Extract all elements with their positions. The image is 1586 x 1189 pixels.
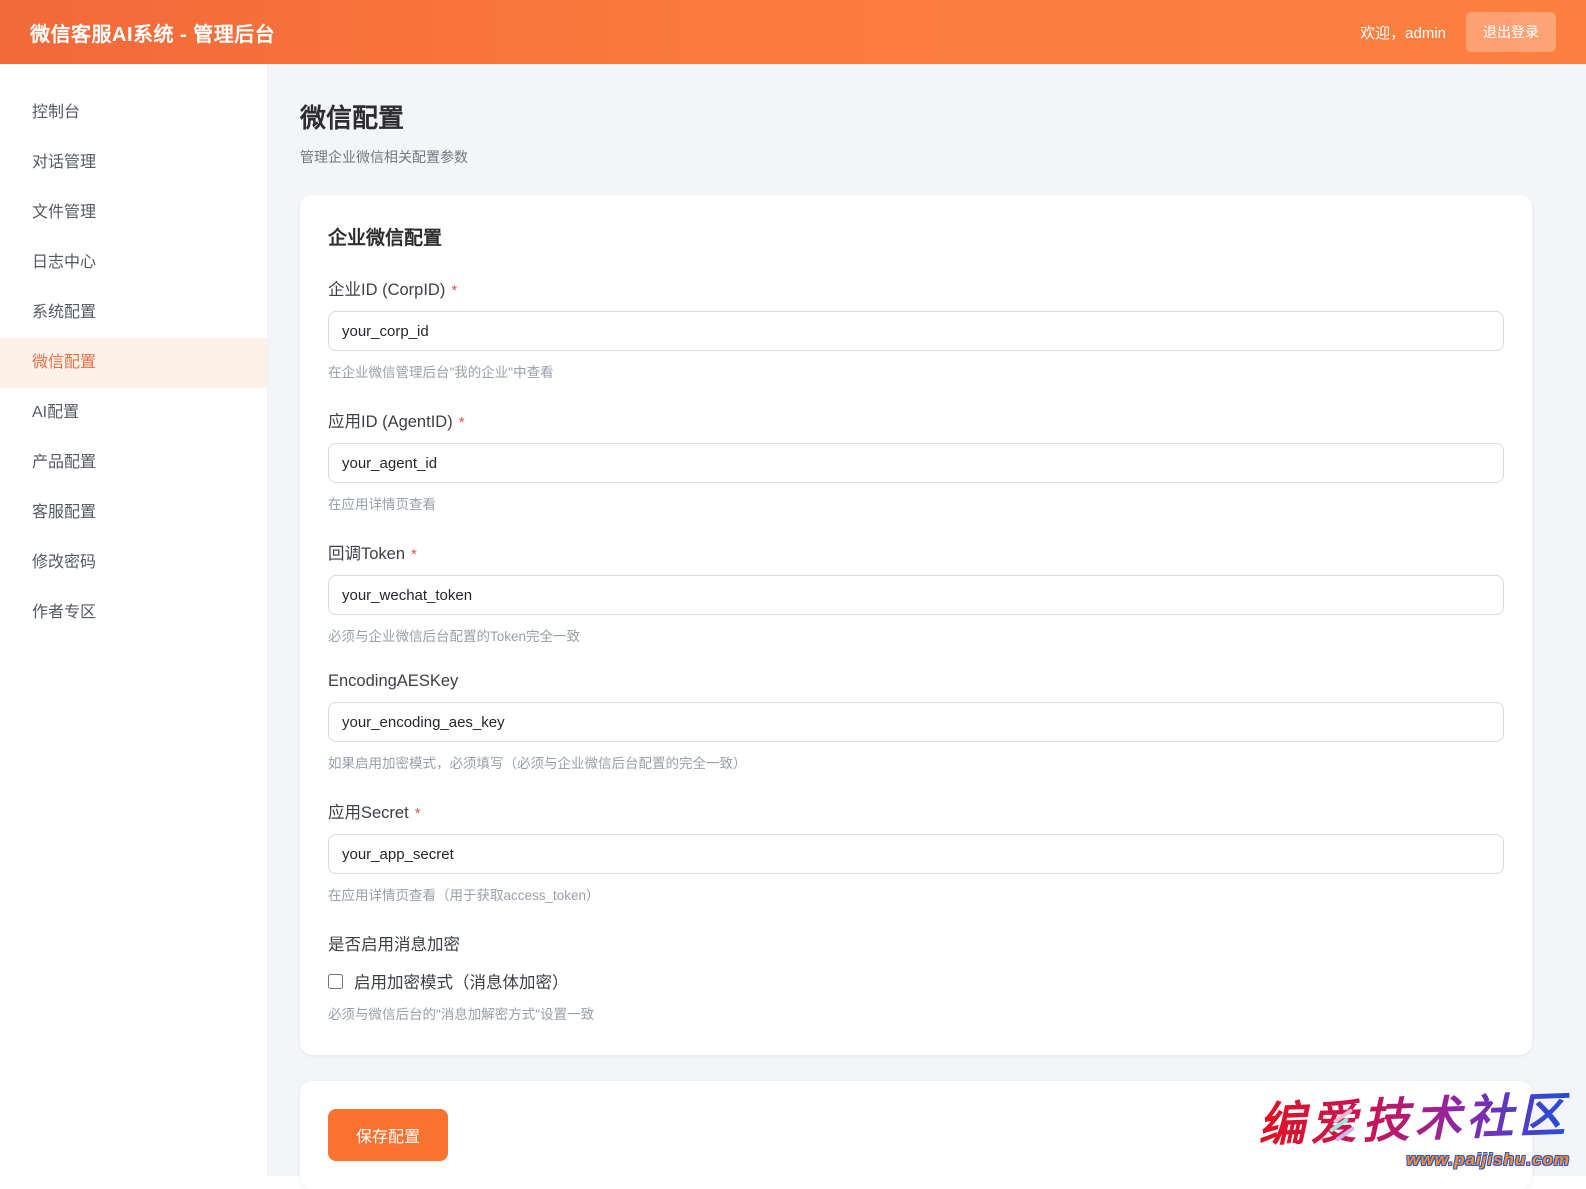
- app-secret-help: 在应用详情页查看（用于获取access_token）: [328, 884, 1504, 904]
- required-asterisk: *: [415, 805, 421, 822]
- encoding-aes-key-help: 如果启用加密模式，必须填写（必须与企业微信后台配置的完全一致）: [328, 752, 1504, 772]
- page-subtitle: 管理企业微信相关配置参数: [300, 147, 1532, 167]
- encryption-section: 是否启用消息加密 启用加密模式（消息体加密） 必须与微信后台的"消息加解密方式"…: [328, 931, 1504, 1023]
- sidebar-item-logs[interactable]: 日志中心: [0, 238, 267, 288]
- app-secret-field: 应用Secret * 在应用详情页查看（用于获取access_token）: [328, 799, 1504, 904]
- app-secret-input[interactable]: [328, 834, 1504, 874]
- sidebar-item-system-config[interactable]: 系统配置: [0, 288, 267, 338]
- encoding-aes-key-label: EncodingAESKey: [328, 672, 1504, 691]
- callback-token-input[interactable]: [328, 575, 1504, 615]
- agent-id-field: 应用ID (AgentID) * 在应用详情页查看: [328, 408, 1504, 513]
- main-layout: 控制台 对话管理 文件管理 日志中心 系统配置 微信配置 AI配置 产品配置 客…: [0, 64, 1586, 1176]
- required-asterisk: *: [411, 546, 417, 563]
- encryption-checkbox-label: 启用加密模式（消息体加密）: [354, 969, 569, 993]
- main-content: 微信配置 管理企业微信相关配置参数 企业微信配置 企业ID (CorpID) *…: [268, 64, 1586, 1176]
- required-asterisk: *: [459, 414, 465, 431]
- sidebar-item-service-config[interactable]: 客服配置: [0, 488, 267, 538]
- top-bar-right: 欢迎，admin 退出登录: [1360, 12, 1556, 52]
- field-label-text: 应用Secret: [328, 799, 409, 823]
- sidebar-item-product-config[interactable]: 产品配置: [0, 438, 267, 488]
- encoding-aes-key-field: EncodingAESKey 如果启用加密模式，必须填写（必须与企业微信后台配置…: [328, 672, 1504, 772]
- page-title: 微信配置: [300, 98, 1532, 135]
- save-config-button[interactable]: 保存配置: [328, 1109, 448, 1161]
- agent-id-help: 在应用详情页查看: [328, 493, 1504, 513]
- corp-id-label: 企业ID (CorpID) *: [328, 276, 1504, 300]
- sidebar-item-conversations[interactable]: 对话管理: [0, 138, 267, 188]
- corp-id-field: 企业ID (CorpID) * 在企业微信管理后台"我的企业"中查看: [328, 276, 1504, 381]
- wechat-config-card: 企业微信配置 企业ID (CorpID) * 在企业微信管理后台"我的企业"中查…: [300, 195, 1532, 1055]
- encryption-checkbox-row[interactable]: 启用加密模式（消息体加密）: [328, 969, 1504, 993]
- agent-id-label: 应用ID (AgentID) *: [328, 408, 1504, 432]
- callback-token-help: 必须与企业微信后台配置的Token完全一致: [328, 625, 1504, 645]
- callback-token-field: 回调Token * 必须与企业微信后台配置的Token完全一致: [328, 540, 1504, 645]
- sidebar-item-change-password[interactable]: 修改密码: [0, 538, 267, 588]
- corp-id-help: 在企业微信管理后台"我的企业"中查看: [328, 361, 1504, 381]
- logout-button[interactable]: 退出登录: [1466, 12, 1556, 52]
- field-label-text: 回调Token: [328, 540, 405, 564]
- field-label-text: 企业ID (CorpID): [328, 276, 445, 300]
- app-title: 微信客服AI系统 - 管理后台: [30, 18, 275, 47]
- welcome-text: 欢迎，admin: [1360, 22, 1446, 43]
- sidebar-item-ai-config[interactable]: AI配置: [0, 388, 267, 438]
- corp-id-input[interactable]: [328, 311, 1504, 351]
- encryption-checkbox[interactable]: [328, 974, 343, 989]
- agent-id-input[interactable]: [328, 443, 1504, 483]
- field-label-text: 应用ID (AgentID): [328, 408, 453, 432]
- sidebar-item-console[interactable]: 控制台: [0, 88, 267, 138]
- top-bar: 微信客服AI系统 - 管理后台 欢迎，admin 退出登录: [0, 0, 1586, 64]
- encoding-aes-key-input[interactable]: [328, 702, 1504, 742]
- sidebar-item-author-zone[interactable]: 作者专区: [0, 588, 267, 638]
- sidebar: 控制台 对话管理 文件管理 日志中心 系统配置 微信配置 AI配置 产品配置 客…: [0, 64, 268, 1176]
- sidebar-item-files[interactable]: 文件管理: [0, 188, 267, 238]
- encryption-help: 必须与微信后台的"消息加解密方式"设置一致: [328, 1003, 1504, 1023]
- field-label-text: EncodingAESKey: [328, 672, 458, 691]
- encryption-label: 是否启用消息加密: [328, 931, 1504, 955]
- required-asterisk: *: [451, 282, 457, 299]
- app-secret-label: 应用Secret *: [328, 799, 1504, 823]
- sidebar-item-wechat-config[interactable]: 微信配置: [0, 338, 267, 388]
- card-title: 企业微信配置: [328, 223, 1504, 250]
- callback-token-label: 回调Token *: [328, 540, 1504, 564]
- save-card: 保存配置: [300, 1081, 1532, 1189]
